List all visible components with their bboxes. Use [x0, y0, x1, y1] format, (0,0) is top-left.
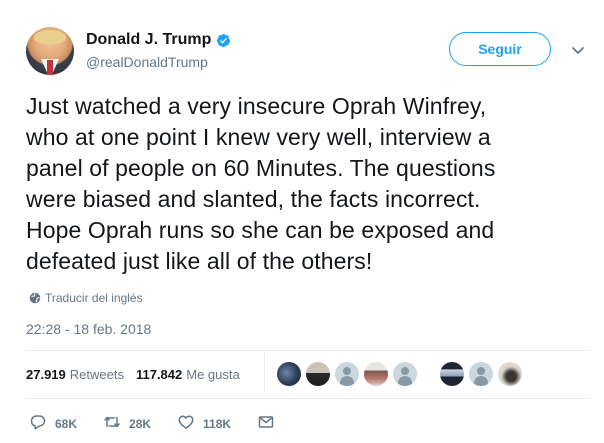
- likers-avatars: [277, 362, 522, 386]
- translate-link[interactable]: Traducir del inglés: [29, 291, 143, 305]
- retweets-label: Retweets: [69, 367, 124, 382]
- tweet-text-line: Hope Oprah runs so she can be exposed an…: [26, 217, 495, 243]
- name-row: Donald J. Trump: [86, 31, 231, 49]
- tweet-text-line: were biased and slanted, the facts incor…: [26, 186, 481, 212]
- tweet-text-line: who at one point I knew very well, inter…: [26, 124, 491, 150]
- reply-icon: [29, 413, 47, 434]
- liker-avatar[interactable]: [364, 362, 388, 386]
- envelope-icon: [257, 413, 275, 434]
- tweet-text: Just watched a very insecure Oprah Winfr…: [26, 91, 591, 277]
- reply-button[interactable]: 68K: [29, 413, 77, 434]
- likes-label: Me gusta: [186, 367, 240, 382]
- heart-icon: [177, 413, 195, 434]
- user-handle[interactable]: @realDonaldTrump: [86, 54, 208, 70]
- liker-avatar[interactable]: [306, 362, 330, 386]
- display-name[interactable]: Donald J. Trump: [86, 31, 211, 49]
- like-count: 118K: [203, 416, 232, 431]
- likes-stat[interactable]: 117.842 Me gusta: [136, 367, 240, 382]
- chevron-down-icon[interactable]: [570, 42, 586, 58]
- follow-button[interactable]: Seguir: [449, 32, 551, 66]
- liker-avatar[interactable]: [393, 362, 417, 386]
- retweets-stat[interactable]: 27.919 Retweets: [26, 367, 124, 382]
- tweet-text-line: Just watched a very insecure Oprah Winfr…: [26, 93, 487, 119]
- tweet-actions: 68K 28K 118K: [29, 413, 275, 434]
- tweet-timestamp[interactable]: 22:28 - 18 feb. 2018: [26, 321, 151, 337]
- verified-badge-icon: [216, 33, 231, 48]
- retweet-icon: [103, 413, 121, 434]
- like-button[interactable]: 118K: [177, 413, 231, 434]
- tweet-text-line: panel of people on 60 Minutes. The quest…: [26, 155, 496, 181]
- retweet-count: 28K: [129, 416, 152, 431]
- stats-separator: [264, 352, 265, 392]
- likes-count: 117.842: [135, 367, 183, 382]
- avatar-hair: [34, 30, 66, 44]
- direct-message-button[interactable]: [257, 413, 275, 434]
- tweet-card: Donald J. Trump @realDonaldTrump Seguir …: [0, 0, 604, 443]
- retweet-button[interactable]: 28K: [103, 413, 151, 434]
- translate-label: Traducir del inglés: [45, 291, 143, 305]
- divider: [26, 350, 591, 351]
- retweets-count: 27.919: [26, 367, 66, 382]
- liker-avatar[interactable]: [469, 362, 493, 386]
- globe-icon: [29, 292, 41, 304]
- liker-avatar[interactable]: [498, 362, 522, 386]
- liker-avatar[interactable]: [277, 362, 301, 386]
- avatar-tie: [47, 60, 53, 75]
- liker-avatar[interactable]: [440, 362, 464, 386]
- divider: [26, 398, 591, 399]
- tweet-stats: 27.919 Retweets 117.842 Me gusta: [26, 367, 252, 382]
- tweet-text-line: defeated just like all of the others!: [26, 248, 373, 274]
- reply-count: 68K: [55, 416, 78, 431]
- avatar[interactable]: [26, 27, 74, 75]
- liker-avatar[interactable]: [335, 362, 359, 386]
